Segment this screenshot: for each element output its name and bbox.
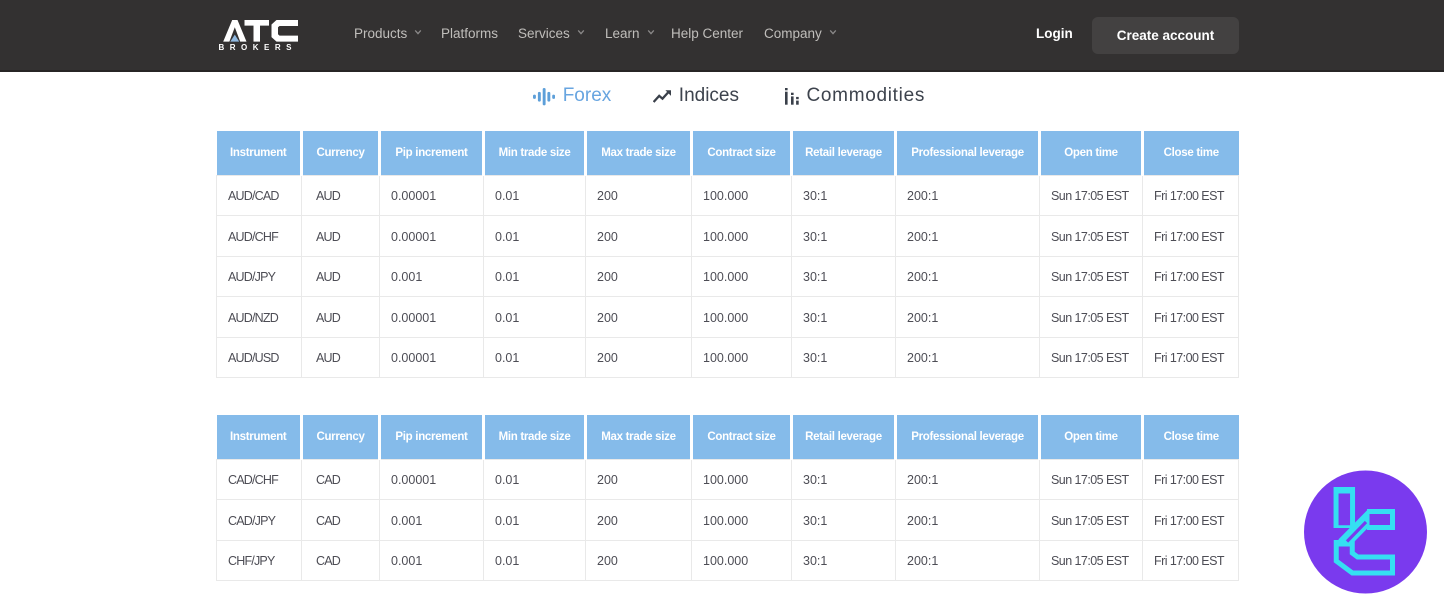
svg-text:BROKERS: BROKERS xyxy=(219,43,298,52)
